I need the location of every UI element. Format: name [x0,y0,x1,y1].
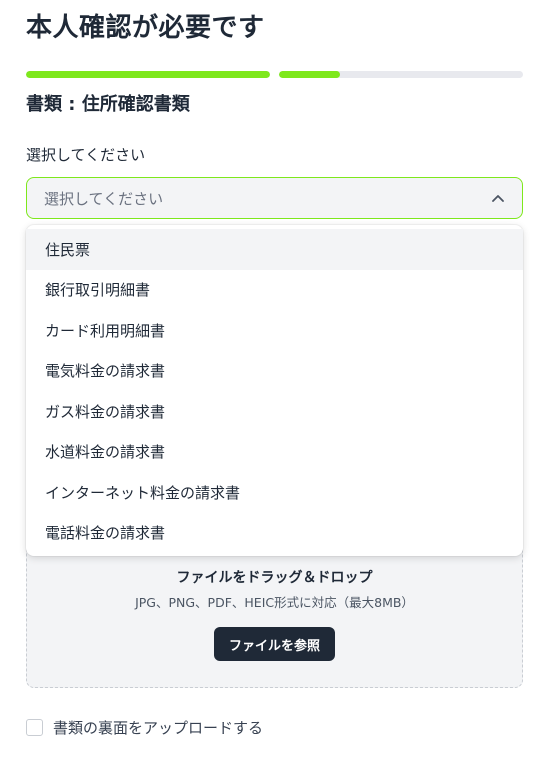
select-dropdown-menu: 住民票 銀行取引明細書 カード利用明細書 電気料金の請求書 ガス料金の請求書 水道料金の請… [26,225,523,556]
back-side-option[interactable]: 書類の裏面をアップロードする [26,717,263,737]
progress-step-1 [26,71,270,78]
page-title: 本人確認が必要です [26,13,265,43]
document-select[interactable]: 選択してください [26,177,523,219]
dropzone-title: ファイルをドラッグ＆ドロップ [176,570,373,586]
dropdown-option[interactable]: 電話料金の請求書 [26,513,523,554]
dropdown-option[interactable]: カード利用明細書 [26,310,523,351]
select-placeholder: 選択してください [44,189,164,208]
document-type-heading: 書類 : 住所確認書類 [26,94,190,115]
dropdown-option[interactable]: インターネット料金の請求書 [26,472,523,513]
dropzone-subtitle: JPG、PNG、PDF、HEIC形式に対応（最大8MB） [135,595,414,610]
dropdown-option[interactable]: 銀行取引明細書 [26,270,523,311]
progress-bar [26,71,523,79]
dropdown-option[interactable]: 電気料金の請求書 [26,351,523,392]
back-side-checkbox[interactable] [26,718,43,736]
dropdown-option[interactable]: 水道料金の請求書 [26,432,523,473]
identity-verification-page: 本人確認が必要です 書類 : 住所確認書類 選択してください 選択してください … [0,0,555,761]
browse-files-button[interactable]: ファイルを参照 [214,627,335,661]
dropdown-option[interactable]: 住民票 [26,229,523,270]
progress-step-2 [279,71,523,78]
select-label: 選択してください [26,146,146,164]
progress-step-1-fill [26,71,270,78]
dropdown-option[interactable]: ガス料金の請求書 [26,391,523,432]
chevron-up-icon[interactable] [491,191,505,205]
progress-step-2-fill [279,71,340,78]
back-side-label: 書類の裏面をアップロードする [53,718,264,737]
